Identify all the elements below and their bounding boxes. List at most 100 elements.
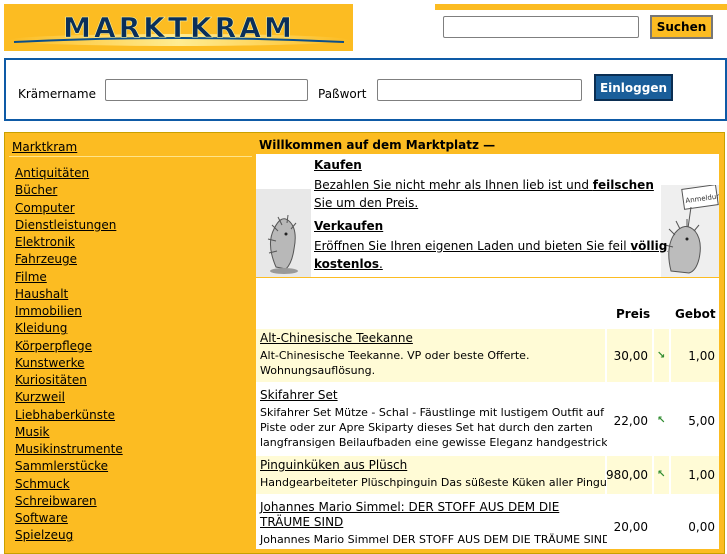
login-panel: Krämername Paßwort Einloggen (4, 58, 727, 121)
list-item: Liebhaberkünste (15, 407, 123, 424)
trend-cell (654, 498, 669, 549)
sidebar-item-fahrzeuge[interactable]: Fahrzeuge (15, 252, 77, 266)
column-header-price: Preis (616, 307, 651, 321)
price-cell: 30,00 (607, 329, 652, 382)
welcome-bar: Willkommen auf dem Marktplatz — (256, 137, 719, 154)
list-item: Computer (15, 200, 123, 217)
trend-cell: ↖ (654, 456, 669, 494)
trend-cell: ↖ (654, 386, 669, 452)
login-button[interactable]: Einloggen (594, 74, 673, 101)
price-value: 20,00 (613, 520, 648, 534)
sidebar-title-link[interactable]: Marktkram (12, 140, 77, 154)
price-cell: 20,00 (607, 498, 652, 549)
listing-title-link[interactable]: TRÄUME SIND (260, 515, 343, 530)
sidebar-item-filme[interactable]: Filme (15, 270, 47, 284)
logo-image: MARKTKRAM (9, 11, 349, 46)
username-label: Krämername (18, 87, 96, 101)
sell-heading-link[interactable]: Verkaufen (314, 219, 383, 233)
page-title: Willkommen auf dem Marktplatz — (259, 138, 496, 152)
category-sidebar: Marktkram Antiquitäten Bücher Computer D… (9, 137, 252, 547)
price-value: 30,00 (613, 349, 648, 363)
content-panel: Willkommen auf dem Marktplatz — Anmeldun… (256, 137, 719, 549)
search-inner: Suchen (435, 10, 727, 51)
price-value: 980,00 (606, 468, 648, 482)
sidebar-item-koerperpflege[interactable]: Körperpflege (15, 339, 92, 353)
listing-description: Skifahrer Set Mütze - Schal - Fäustlinge… (260, 406, 625, 419)
trend-cell: ↘ (654, 329, 669, 382)
list-item: Musik (15, 424, 123, 441)
username-field[interactable] (105, 79, 308, 101)
sidebar-item-haushalt[interactable]: Haushalt (15, 287, 68, 301)
buy-line-1: Bezahlen Sie nicht mehr als Ihnen lieb i… (314, 176, 654, 194)
sidebar-item-immobilien[interactable]: Immobilien (15, 304, 82, 318)
search-button[interactable]: Suchen (650, 15, 713, 39)
listing-description: langfransigen Beilaufbaden eine gewisse … (260, 436, 628, 449)
listing-title-link[interactable]: Skifahrer Set (260, 388, 338, 403)
buy-heading-link[interactable]: Kaufen (314, 158, 362, 172)
sidebar-item-elektronik[interactable]: Elektronik (15, 235, 75, 249)
list-item: Sammlerstücke (15, 458, 123, 475)
listing-desc-cell: Alt-Chinesische Teekanne Alt-Chinesische… (256, 329, 605, 382)
list-item: Fahrzeuge (15, 251, 123, 268)
list-item: Immobilien (15, 303, 123, 320)
sidebar-item-dienstleistungen[interactable]: Dienstleistungen (15, 218, 116, 232)
sidebar-item-musik[interactable]: Musik (15, 425, 50, 439)
sidebar-item-schmuck[interactable]: Schmuck (15, 477, 70, 491)
sidebar-item-schreibwaren[interactable]: Schreibwaren (15, 494, 97, 508)
sell-period[interactable]: . (379, 257, 383, 271)
sell-line-1: Eröffnen Sie Ihren eigenen Laden und bie… (314, 237, 667, 255)
sidebar-item-sammlerstuecke[interactable]: Sammlerstücke (15, 459, 108, 473)
bid-value: 0,00 (688, 520, 715, 534)
sidebar-item-spielzeug[interactable]: Spielzeug (15, 528, 73, 542)
list-item: Kurzweil (15, 389, 123, 406)
table-row: Pinguinküken aus Plüsch Handgearbeiteter… (256, 456, 719, 494)
sidebar-item-computer[interactable]: Computer (15, 201, 75, 215)
price-cell: 22,00 (607, 386, 652, 452)
search-input[interactable] (443, 16, 639, 38)
password-field[interactable] (377, 79, 582, 101)
price-value: 22,00 (613, 414, 648, 428)
sidebar-item-kurzweil[interactable]: Kurzweil (15, 390, 65, 404)
logo-banner[interactable]: MARKTKRAM (4, 4, 353, 51)
haggle-link[interactable]: feilschen (593, 178, 654, 192)
sidebar-item-musikinstrumente[interactable]: Musikinstrumente (15, 442, 123, 456)
main-frame: Marktkram Antiquitäten Bücher Computer D… (4, 132, 725, 554)
trend-up-icon: ↖ (657, 415, 666, 426)
free-link-2[interactable]: kostenlos (314, 257, 379, 271)
table-row: Alt-Chinesische Teekanne Alt-Chinesische… (256, 329, 719, 382)
hedgehog-image (256, 189, 311, 277)
listing-title-link[interactable]: Pinguinküken aus Plüsch (260, 458, 407, 473)
list-item: Schmuck (15, 476, 123, 493)
listing-description: Piste oder zur Apre Skiparty dieses Set … (260, 421, 593, 434)
list-item: Körperpflege (15, 338, 123, 355)
sidebar-item-kunstwerke[interactable]: Kunstwerke (15, 356, 84, 370)
sidebar-item-buecher[interactable]: Bücher (15, 183, 57, 197)
buy-text-link[interactable]: Bezahlen Sie nicht mehr als Ihnen lieb i… (314, 178, 593, 192)
listing-description: Alt-Chinesische Teekanne. VP oder beste … (260, 349, 530, 362)
list-item: Musikinstrumente (15, 441, 123, 458)
listing-desc-cell: Johannes Mario Simmel: DER STOFF AUS DEM… (256, 498, 611, 549)
list-item: Spielzeug (15, 527, 123, 544)
listing-title-link[interactable]: Johannes Mario Simmel: DER STOFF AUS DEM… (260, 500, 559, 515)
bid-value: 5,00 (688, 414, 715, 428)
sell-line-2: kostenlos. (314, 255, 383, 273)
sidebar-item-kleidung[interactable]: Kleidung (15, 321, 67, 335)
bid-cell: 5,00 (671, 386, 719, 452)
sell-text-link[interactable]: Eröffnen Sie Ihren eigenen Laden und bie… (314, 239, 630, 253)
listing-desc-cell: Skifahrer Set Skifahrer Set Mütze - Scha… (256, 386, 627, 452)
price-cell: 980,00 (606, 456, 652, 494)
list-item: Kleidung (15, 320, 123, 337)
list-item: Schreibwaren (15, 493, 123, 510)
sidebar-item-liebhaberkuenste[interactable]: Liebhaberkünste (15, 408, 115, 422)
listing-desc-cell: Pinguinküken aus Plüsch Handgearbeiteter… (256, 456, 624, 494)
sidebar-item-kuriositaeten[interactable]: Kuriositäten (15, 373, 87, 387)
trend-up-icon: ↖ (657, 469, 666, 480)
sidebar-item-antiquitaeten[interactable]: Antiquitäten (15, 166, 89, 180)
sidebar-item-software[interactable]: Software (15, 511, 68, 525)
free-link[interactable]: völlig (630, 239, 667, 253)
column-header-bid: Gebot (675, 307, 716, 321)
listing-title-link[interactable]: Alt-Chinesische Teekanne (260, 331, 413, 346)
list-item: Antiquitäten (15, 165, 123, 182)
buy-text-link-2[interactable]: Sie um den Preis. (314, 196, 418, 210)
list-item: Bücher (15, 182, 123, 199)
